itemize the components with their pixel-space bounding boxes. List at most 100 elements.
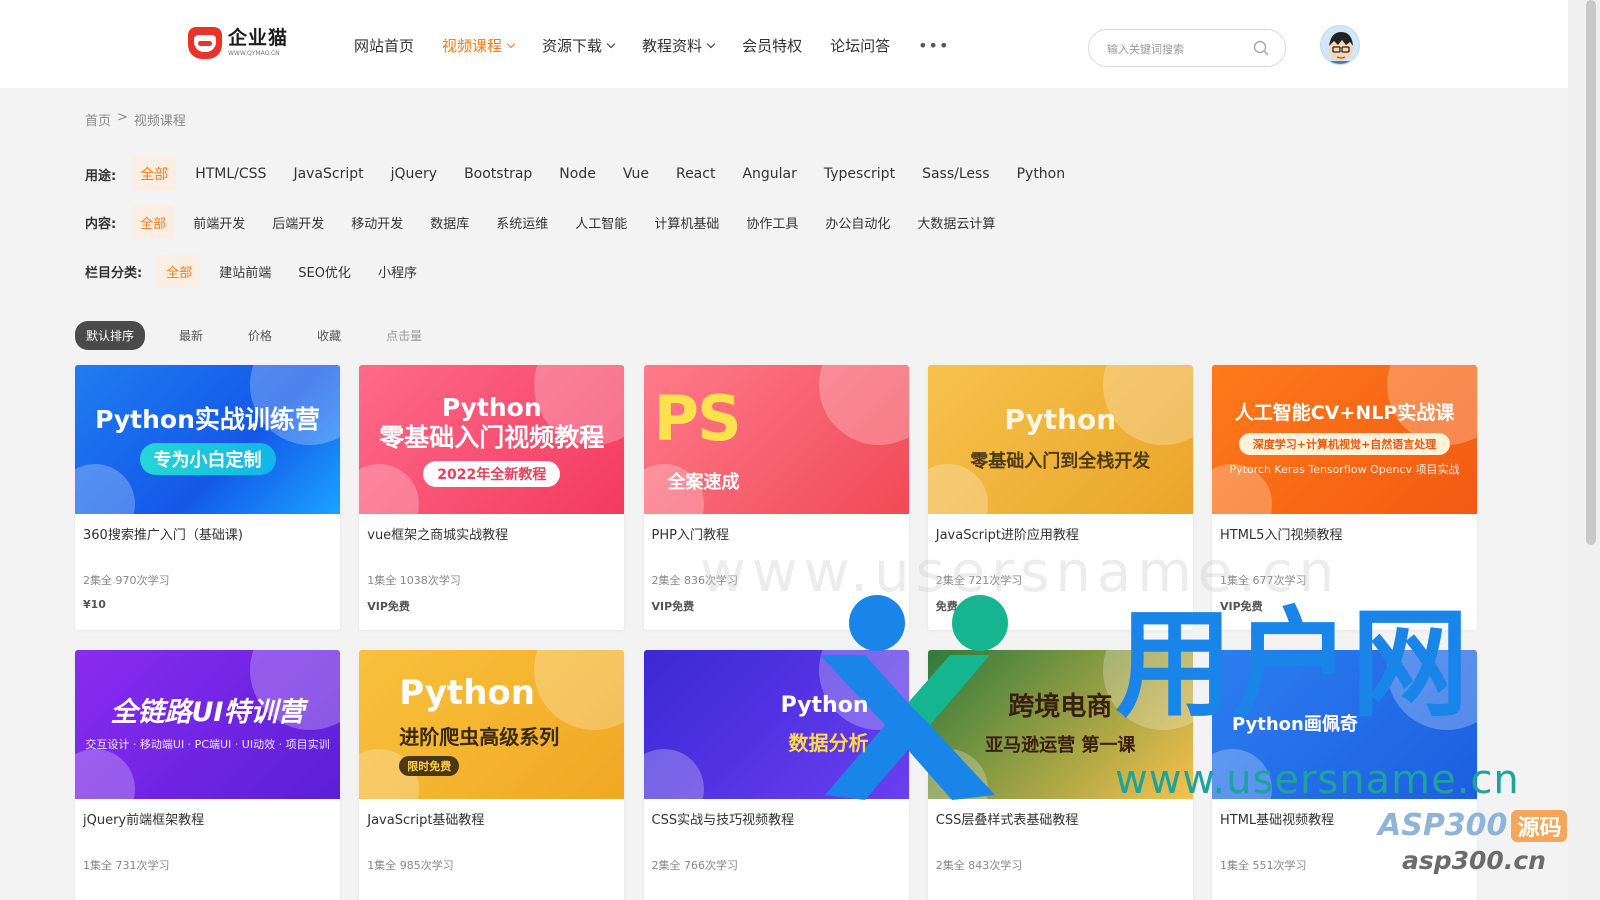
thumbnail-text: 跨境电商: [1008, 691, 1113, 722]
filter-option[interactable]: 人工智能: [567, 206, 635, 239]
filter-option[interactable]: Vue: [615, 159, 657, 189]
filter-option[interactable]: React: [668, 159, 723, 189]
thumbnail-text: 人工智能CV+NLP实战课: [1234, 402, 1455, 425]
filter-option[interactable]: Sass/Less: [914, 159, 998, 189]
course-thumbnail[interactable]: Python 数据分析: [643, 650, 909, 799]
filter-option[interactable]: 小程序: [370, 255, 425, 288]
filter-option[interactable]: Python: [1009, 159, 1074, 189]
filter-option[interactable]: 系统运维: [488, 206, 556, 239]
thumbnail-text: 专为小白定制: [139, 442, 276, 475]
course-thumbnail[interactable]: Python实战训练营 专为小白定制: [75, 365, 340, 514]
thumbnail-text: Python: [1004, 402, 1117, 436]
thumbnail-text: PS: [653, 382, 742, 456]
course-card[interactable]: Python 零基础入门视频教程 2022年全新教程 vue框架之商城实战教程 1集全…: [359, 365, 625, 630]
filter-option[interactable]: Node: [551, 159, 604, 189]
filter-category: 栏目分类: 全部 建站前端 SEO优化 小程序: [85, 255, 436, 288]
filter-option[interactable]: 协作工具: [738, 206, 806, 239]
thumbnail-text: 交互设计 · 移动端UI · PC端UI · UI动效 · 项目实训: [85, 737, 330, 751]
filter-option[interactable]: 全部: [158, 255, 201, 288]
filter-option[interactable]: Bootstrap: [456, 159, 540, 189]
course-meta: 1集全 1038次学习: [367, 574, 461, 587]
course-title[interactable]: HTML基础视频教程: [1220, 809, 1334, 828]
top-header: 企业猫 WWW.QYMAO.CN 网站首页 视频课程 资源下载 教程资料 会员特权 论坛问…: [0, 0, 1568, 88]
course-card[interactable]: 全链路UI特训营 交互设计 · 移动端UI · PC端UI · UI动效 · 项目…: [75, 650, 340, 900]
thumbnail-text: Python: [780, 692, 869, 718]
thumbnail-decoration: [75, 749, 135, 799]
filter-option[interactable]: HTML/CSS: [187, 159, 274, 189]
nav-item-1[interactable]: 视频课程: [442, 35, 516, 56]
search-box[interactable]: [1088, 29, 1286, 67]
chevron-down-icon: [506, 39, 516, 48]
filter-option[interactable]: 前端开发: [185, 206, 253, 239]
sort-option[interactable]: 价格: [237, 321, 283, 350]
course-grid: Python实战训练营 专为小白定制 360搜索推广入门（基础课) 2集全 970次学…: [75, 365, 1477, 900]
course-meta: 2集全 766次学习: [651, 859, 739, 872]
filter-option[interactable]: 建站前端: [211, 255, 279, 288]
course-thumbnail[interactable]: PS 全案速成: [643, 365, 909, 514]
filter-option[interactable]: 移动开发: [343, 206, 411, 239]
course-meta: 2集全 843次学习: [935, 859, 1023, 872]
thumbnail-text: Pytorch Keras Tensorflow Opencv 项目实战: [1229, 462, 1460, 476]
scroll-thumb[interactable]: [1586, 0, 1596, 545]
filter-option[interactable]: 全部: [132, 206, 175, 239]
filter-option[interactable]: Typescript: [816, 159, 903, 189]
nav-item-4[interactable]: 会员特权: [742, 35, 802, 56]
nav-item-0[interactable]: 网站首页: [354, 35, 414, 56]
site-logo[interactable]: 企业猫 WWW.QYMAO.CN: [188, 27, 288, 59]
course-thumbnail[interactable]: Python 零基础入门到全栈开发: [927, 365, 1193, 514]
filter-option[interactable]: Angular: [734, 159, 804, 189]
thumbnail-text: 2022年全新教程: [423, 460, 561, 487]
nav-item-label: 网站首页: [354, 37, 415, 55]
filter-option[interactable]: 大数据云计算: [909, 206, 1003, 239]
watermark-asp-tag: 源码: [1511, 809, 1568, 842]
course-title[interactable]: CSS层叠样式表基础教程: [936, 809, 1079, 828]
filter-option[interactable]: SEO优化: [290, 255, 359, 288]
course-meta: 2集全 970次学习: [83, 574, 170, 587]
course-thumbnail[interactable]: 人工智能CV+NLP实战课 深度学习+计算机视觉+自然语言处理 Pytorch Ke…: [1212, 365, 1477, 514]
thumbnail-decoration: [818, 365, 909, 445]
chevron-down-icon: [606, 39, 616, 48]
breadcrumb-separator: >: [117, 110, 128, 125]
search-input[interactable]: [1107, 39, 1247, 59]
nav-item-3[interactable]: 教程资料: [642, 35, 716, 56]
course-thumbnail[interactable]: Python 零基础入门视频教程 2022年全新教程: [359, 365, 625, 514]
course-title[interactable]: CSS实战与技巧视频教程: [652, 809, 795, 828]
page-scrollbar[interactable]: [1568, 0, 1600, 900]
course-thumbnail[interactable]: Python 进阶爬虫高级系列 限时免费: [359, 650, 625, 799]
sort-option[interactable]: 收藏: [306, 321, 352, 350]
nav-item-label: 会员特权: [742, 37, 803, 55]
course-card[interactable]: Python 进阶爬虫高级系列 限时免费 JavaScript基础教程 1集全 985次…: [359, 650, 625, 900]
thumbnail-text: 深度学习+计算机视觉+自然语言处理: [1238, 432, 1451, 455]
breadcrumb-current: 视频课程: [133, 114, 186, 129]
course-meta: 1集全 731次学习: [83, 859, 170, 872]
course-card[interactable]: Python 数据分析 CSS实战与技巧视频教程 2集全 766次学习: [643, 650, 909, 900]
thumbnail-decoration: [1102, 365, 1193, 445]
filter-option[interactable]: 后端开发: [264, 206, 332, 239]
user-avatar[interactable]: [1320, 25, 1360, 65]
sort-option[interactable]: 默认排序: [75, 321, 146, 350]
filter-option[interactable]: 计算机基础: [646, 206, 727, 239]
filter-option[interactable]: 数据库: [422, 206, 477, 239]
filter-option[interactable]: 办公自动化: [817, 206, 898, 239]
filter-option[interactable]: jQuery: [383, 159, 445, 189]
sort-option[interactable]: 点击量: [375, 321, 433, 350]
course-title[interactable]: JavaScript基础教程: [367, 809, 484, 828]
course-card[interactable]: Python实战训练营 专为小白定制 360搜索推广入门（基础课) 2集全 970次学…: [75, 365, 340, 630]
nav-item-2[interactable]: 资源下载: [542, 35, 616, 56]
course-title[interactable]: vue框架之商城实战教程: [367, 524, 508, 543]
filter-option[interactable]: JavaScript: [285, 159, 371, 189]
chevron-down-icon: [706, 39, 716, 48]
nav-item-5[interactable]: 论坛问答: [830, 35, 890, 56]
breadcrumb-home[interactable]: 首页: [85, 110, 111, 129]
nav-more-button[interactable]: •••: [918, 36, 949, 55]
course-title[interactable]: 360搜索推广入门（基础课): [83, 524, 243, 543]
thumbnail-text: 亚马逊运营 第一课: [985, 735, 1136, 757]
course-thumbnail[interactable]: 全链路UI特训营 交互设计 · 移动端UI · PC端UI · UI动效 · 项目…: [75, 650, 340, 799]
watermark-asp: ASP300 源码: [1378, 808, 1568, 843]
search-icon[interactable]: [1253, 40, 1269, 56]
course-title[interactable]: jQuery前端框架教程: [83, 809, 204, 828]
filter-label: 栏目分类:: [85, 266, 143, 281]
nav-item-label: 教程资料: [642, 37, 703, 55]
sort-option[interactable]: 最新: [168, 321, 214, 350]
filter-option[interactable]: 全部: [132, 157, 177, 191]
